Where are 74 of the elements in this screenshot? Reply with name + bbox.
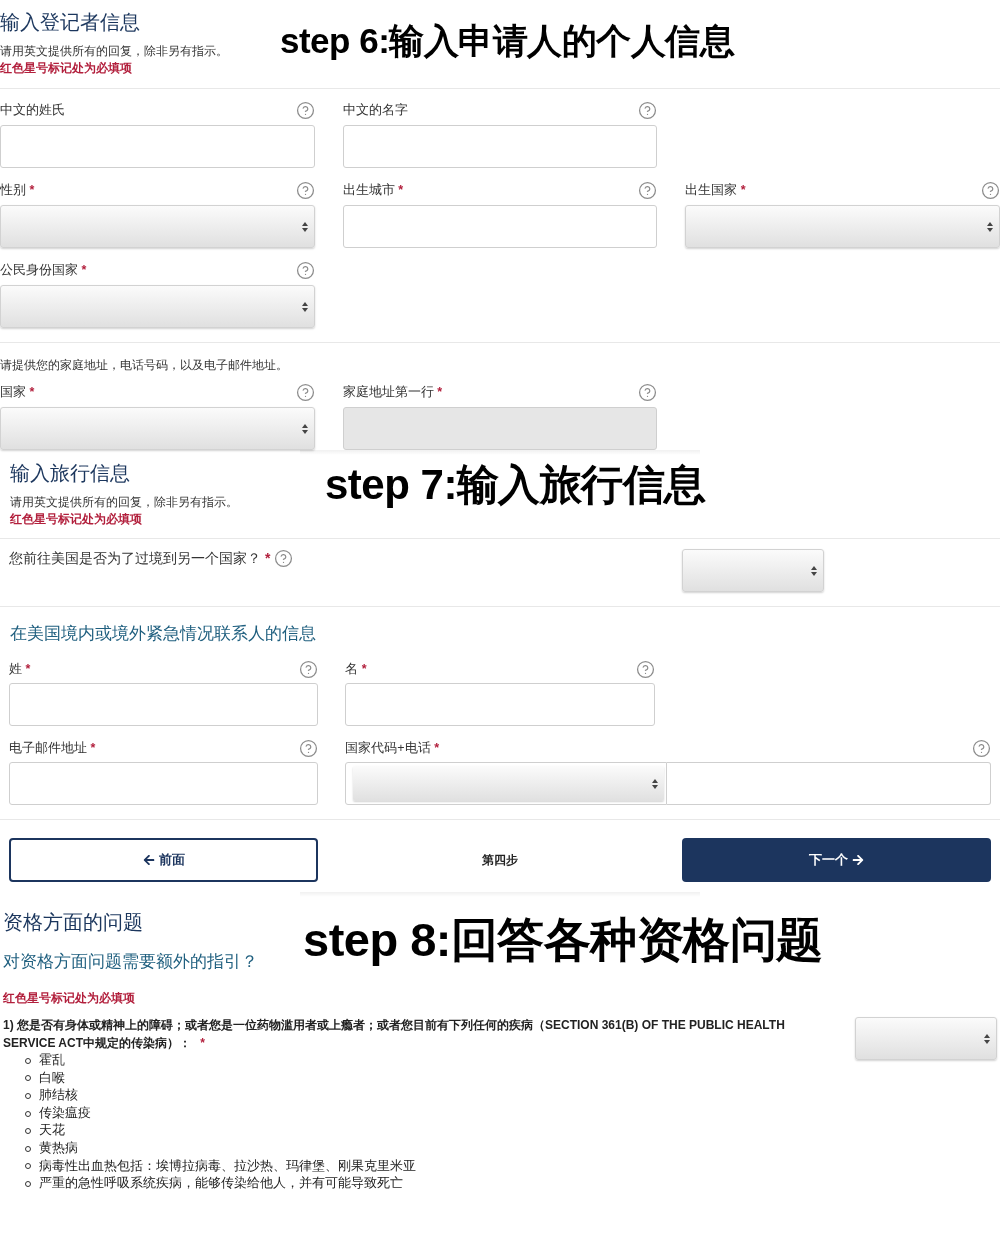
country-code-select[interactable]	[345, 762, 668, 805]
required-note: 红色星号标记处为必填项	[0, 60, 132, 77]
arrow-right-icon	[851, 854, 864, 866]
list-item: 传染瘟疫	[39, 1104, 91, 1122]
section-title: 资格方面的问题	[3, 910, 143, 935]
select-field[interactable]	[855, 1017, 997, 1060]
help-icon[interactable]	[295, 180, 315, 200]
guidance-link[interactable]: 对资格方面问题需要额外的指引？	[3, 950, 258, 974]
phone-input[interactable]	[667, 762, 991, 805]
help-icon[interactable]	[638, 180, 658, 200]
arrow-left-icon	[142, 854, 155, 866]
question-text: 您前往美国是否为了过境到另一个国家？ *	[9, 549, 271, 568]
list-item: 霍乱	[39, 1052, 65, 1069]
up-down-arrows-icon	[301, 423, 308, 434]
list-item: 病毒性出血热包括：埃博拉病毒、拉沙热、玛律堡、刚果克里米亚	[39, 1157, 416, 1175]
list-item: 白喉	[39, 1069, 65, 1087]
help-icon[interactable]	[299, 659, 319, 679]
field-label: 家庭地址第一行 *	[342, 384, 442, 401]
text-input[interactable]	[342, 125, 658, 168]
field-label: 国家代码+电话 *	[345, 740, 439, 757]
field-label: 中文的姓氏	[0, 102, 65, 119]
back-button[interactable]: 前面	[9, 838, 319, 882]
section-title: 输入旅行信息	[10, 461, 130, 486]
help-icon[interactable]	[295, 100, 315, 120]
field-label: 出生国家 *	[685, 182, 746, 199]
step-indicator: 第四步	[482, 852, 518, 869]
question-text: 1) 您是否有身体或精神上的障碍；或者您是一位药物滥用者或上瘾者；或者您目前有下列任何的疾病（SECTION 361(B) OF THE PUBLIC HEALTH SERVICE ACT中规定的传染病）： *	[3, 1017, 786, 1052]
field-label: 国家 *	[0, 384, 35, 401]
step-caption: step 7:输入旅行信息	[325, 464, 706, 506]
step-caption: step 6:输入申请人的个人信息	[280, 23, 735, 58]
select-field[interactable]	[0, 407, 315, 450]
up-down-arrows-icon	[984, 1033, 990, 1044]
help-icon[interactable]	[295, 382, 315, 402]
help-icon[interactable]	[972, 738, 991, 758]
help-icon[interactable]	[274, 549, 294, 568]
up-down-arrows-icon	[987, 221, 993, 232]
text-input[interactable]	[342, 205, 658, 248]
text-input[interactable]	[0, 125, 315, 168]
list-item: 黄热病	[39, 1139, 78, 1157]
list-item: 严重的急性呼吸系统疾病，能够传染给他人，并有可能导致死亡	[39, 1175, 403, 1193]
text-input[interactable]	[9, 683, 319, 726]
select-field[interactable]	[0, 205, 315, 248]
section-heading: 在美国境内或境外紧急情况联系人的信息	[10, 623, 316, 645]
up-down-arrows-icon	[301, 221, 308, 232]
instruction-text: 请提供您的家庭地址，电话号码，以及电子邮件地址。	[0, 357, 288, 374]
help-icon[interactable]	[638, 100, 658, 120]
select-field[interactable]	[685, 205, 1000, 248]
field-label: 姓 *	[9, 661, 31, 678]
instruction-text: 请用英文提供所有的回复，除非另有指示。	[0, 43, 228, 60]
instruction-text: 请用英文提供所有的回复，除非另有指示。	[10, 494, 238, 511]
up-down-arrows-icon	[810, 565, 817, 576]
required-note: 红色星号标记处为必填项	[10, 511, 142, 528]
list-item: 肺结核	[39, 1087, 78, 1105]
text-input[interactable]	[9, 762, 319, 805]
field-label: 公民身份国家 *	[0, 262, 87, 279]
help-icon[interactable]	[981, 180, 1000, 200]
select-field[interactable]	[0, 285, 315, 328]
text-input[interactable]	[345, 683, 655, 726]
field-label: 性别 *	[0, 182, 35, 199]
field-label: 出生城市 *	[342, 182, 403, 199]
up-down-arrows-icon	[301, 301, 308, 312]
select-field[interactable]	[681, 549, 824, 592]
next-button[interactable]: 下一个	[681, 838, 991, 882]
required-note: 红色星号标记处为必填项	[3, 990, 135, 1007]
list-item: 天花	[39, 1122, 65, 1140]
field-label: 中文的名字	[342, 102, 408, 119]
help-icon[interactable]	[295, 260, 315, 280]
field-label: 电子邮件地址 *	[9, 740, 96, 757]
up-down-arrows-icon	[652, 778, 659, 789]
field-label: 名 *	[345, 661, 367, 678]
help-icon[interactable]	[638, 382, 658, 402]
help-icon[interactable]	[635, 659, 655, 679]
section-title: 输入登记者信息	[0, 10, 140, 35]
help-icon[interactable]	[299, 738, 319, 758]
